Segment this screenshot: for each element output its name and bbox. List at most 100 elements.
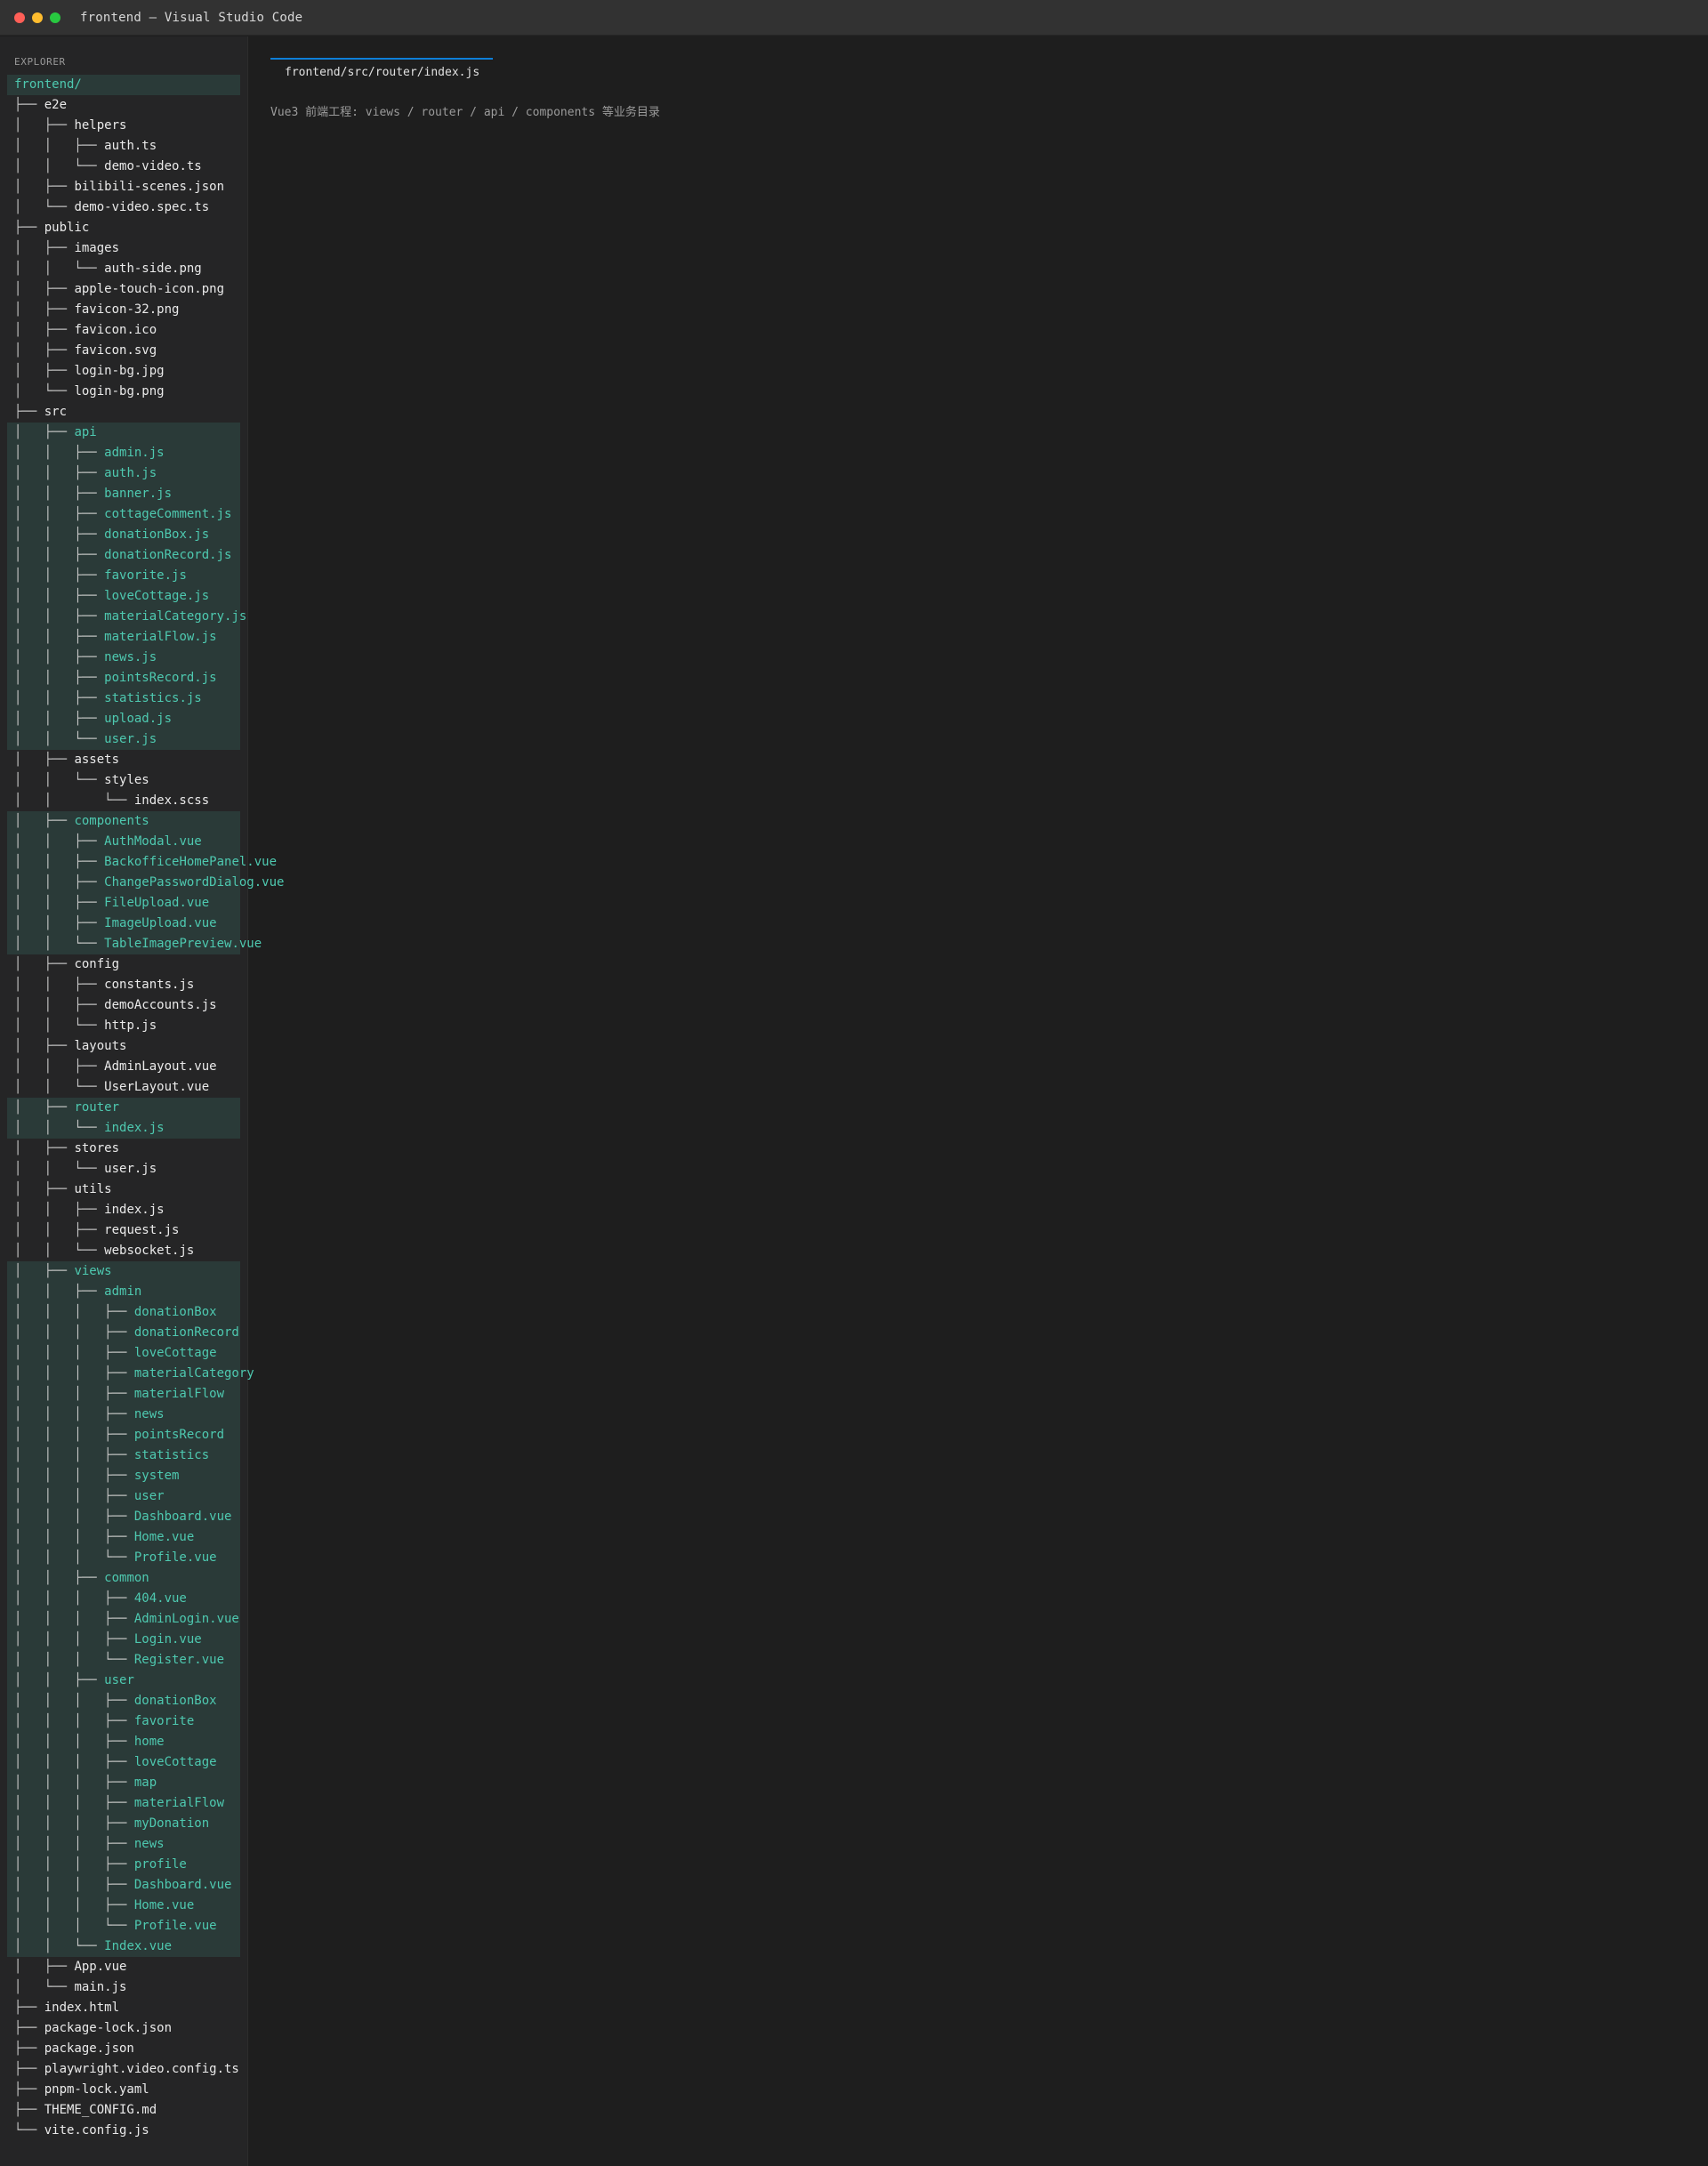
- tree-item[interactable]: │ │ ├── ImageUpload.vue: [7, 914, 240, 934]
- tree-item[interactable]: ├── public: [7, 218, 240, 238]
- tree-item[interactable]: │ ├── App.vue: [7, 1957, 240, 1977]
- tree-item[interactable]: │ │ │ ├── profile: [7, 1855, 240, 1875]
- tree-item[interactable]: ├── src: [7, 402, 240, 423]
- tree-item[interactable]: ├── e2e: [7, 95, 240, 116]
- tree-item[interactable]: │ │ ├── ChangePasswordDialog.vue: [7, 873, 284, 893]
- tree-item[interactable]: │ │ │ ├── donationBox: [7, 1302, 240, 1323]
- tree-item[interactable]: │ │ │ ├── 404.vue: [7, 1589, 240, 1609]
- tree-item[interactable]: │ │ │ ├── favorite: [7, 1711, 240, 1732]
- tree-item[interactable]: │ │ └── user.js: [7, 729, 240, 750]
- tree-item[interactable]: │ │ ├── constants.js: [7, 975, 240, 995]
- tree-item[interactable]: │ │ │ ├── news: [7, 1834, 240, 1855]
- tree-item[interactable]: │ ├── router: [7, 1098, 240, 1118]
- minimize-window-button[interactable]: [32, 12, 43, 23]
- tree-item[interactable]: │ │ │ ├── materialFlow: [7, 1793, 240, 1814]
- tree-item[interactable]: │ │ ├── auth.ts: [7, 136, 240, 157]
- tree-item[interactable]: │ │ ├── materialFlow.js: [7, 627, 240, 648]
- tree-item[interactable]: │ │ │ ├── news: [7, 1405, 240, 1425]
- tree-item[interactable]: │ │ │ ├── pointsRecord: [7, 1425, 240, 1445]
- tree-item[interactable]: │ │ ├── BackofficeHomePanel.vue: [7, 852, 277, 873]
- tree-item[interactable]: │ │ │ ├── loveCottage: [7, 1752, 240, 1773]
- tree-item[interactable]: │ │ ├── favorite.js: [7, 566, 240, 586]
- tree-item[interactable]: │ │ ├── banner.js: [7, 484, 240, 504]
- tree-item[interactable]: ├── index.html: [7, 1998, 240, 2018]
- tree-item[interactable]: │ │ │ └── Register.vue: [7, 1650, 240, 1671]
- tree-item[interactable]: │ │ │ ├── myDonation: [7, 1814, 240, 1834]
- tree-item[interactable]: │ │ │ └── Profile.vue: [7, 1916, 240, 1937]
- tree-item[interactable]: │ │ ├── admin: [7, 1282, 240, 1302]
- tree-item[interactable]: │ ├── helpers: [7, 116, 240, 136]
- tree-item[interactable]: └── vite.config.js: [7, 2121, 240, 2141]
- tree-item[interactable]: │ │ └── demo-video.ts: [7, 157, 240, 177]
- tree-item[interactable]: │ │ │ ├── map: [7, 1773, 240, 1793]
- tree-item[interactable]: │ ├── favicon.ico: [7, 320, 240, 341]
- tree-item[interactable]: │ │ │ ├── Dashboard.vue: [7, 1875, 240, 1896]
- tree-item[interactable]: ├── package.json: [7, 2039, 240, 2059]
- tree-item[interactable]: │ │ │ ├── loveCottage: [7, 1343, 240, 1364]
- tree-item[interactable]: │ │ └── http.js: [7, 1016, 240, 1036]
- tree-item[interactable]: │ ├── api: [7, 423, 240, 443]
- tree-item[interactable]: │ │ └── styles: [7, 770, 240, 791]
- tree-item[interactable]: │ │ │ ├── system: [7, 1466, 240, 1486]
- tree-item[interactable]: │ ├── config: [7, 954, 240, 975]
- tree-item[interactable]: │ │ ├── user: [7, 1671, 240, 1691]
- tree-item[interactable]: ├── playwright.video.config.ts: [7, 2059, 240, 2080]
- tree-item[interactable]: │ ├── stores: [7, 1139, 240, 1159]
- tree-item[interactable]: │ ├── favicon-32.png: [7, 300, 240, 320]
- tree-item[interactable]: │ │ └── user.js: [7, 1159, 240, 1180]
- tree-item[interactable]: │ │ │ ├── user: [7, 1486, 240, 1507]
- tree-item[interactable]: │ │ └── index.scss: [7, 791, 240, 811]
- tree-item[interactable]: │ │ │ ├── statistics: [7, 1445, 240, 1466]
- tree-item[interactable]: │ │ └── TableImagePreview.vue: [7, 934, 262, 954]
- tree-item[interactable]: ├── pnpm-lock.yaml: [7, 2080, 240, 2100]
- tree-item[interactable]: │ │ ├── FileUpload.vue: [7, 893, 240, 914]
- tree-item[interactable]: frontend/: [7, 75, 240, 95]
- tree-item[interactable]: │ │ │ ├── donationRecord: [7, 1323, 240, 1343]
- tree-item[interactable]: │ │ └── Index.vue: [7, 1937, 240, 1957]
- tree-item[interactable]: │ │ ├── statistics.js: [7, 688, 240, 709]
- tree-item[interactable]: │ │ ├── cottageComment.js: [7, 504, 240, 525]
- tree-item[interactable]: │ │ │ ├── Home.vue: [7, 1896, 240, 1916]
- tree-item[interactable]: │ │ │ ├── donationBox: [7, 1691, 240, 1711]
- tree-item[interactable]: │ │ │ └── Profile.vue: [7, 1548, 240, 1568]
- tree-item[interactable]: │ │ ├── news.js: [7, 648, 240, 668]
- tree-item[interactable]: ├── THEME_CONFIG.md: [7, 2100, 240, 2121]
- tree-item[interactable]: │ │ ├── materialCategory.js: [7, 607, 246, 627]
- tree-item[interactable]: │ ├── favicon.svg: [7, 341, 240, 361]
- tree-item[interactable]: │ │ │ ├── Dashboard.vue: [7, 1507, 240, 1527]
- close-window-button[interactable]: [14, 12, 25, 23]
- tree-item[interactable]: │ │ ├── upload.js: [7, 709, 240, 729]
- tree-item[interactable]: │ │ │ ├── home: [7, 1732, 240, 1752]
- tree-item[interactable]: │ │ │ ├── materialFlow: [7, 1384, 240, 1405]
- tree-item[interactable]: │ ├── components: [7, 811, 240, 832]
- tree-item[interactable]: │ │ ├── auth.js: [7, 463, 240, 484]
- tree-item[interactable]: │ ├── bilibili-scenes.json: [7, 177, 240, 197]
- tree-item[interactable]: │ │ │ ├── AdminLogin.vue: [7, 1609, 240, 1630]
- editor-tab-active[interactable]: frontend/src/router/index.js: [270, 58, 493, 85]
- tree-item[interactable]: │ ├── apple-touch-icon.png: [7, 279, 240, 300]
- tree-item[interactable]: │ ├── views: [7, 1261, 240, 1282]
- tree-item[interactable]: │ │ ├── donationRecord.js: [7, 545, 240, 566]
- tree-item[interactable]: │ ├── login-bg.jpg: [7, 361, 240, 382]
- tree-item[interactable]: │ │ ├── index.js: [7, 1200, 240, 1220]
- tree-item[interactable]: │ │ ├── request.js: [7, 1220, 240, 1241]
- tree-item[interactable]: │ │ ├── pointsRecord.js: [7, 668, 240, 688]
- tree-item[interactable]: │ ├── layouts: [7, 1036, 240, 1057]
- tree-item[interactable]: │ │ │ ├── Home.vue: [7, 1527, 240, 1548]
- tree-item[interactable]: │ │ ├── loveCottage.js: [7, 586, 240, 607]
- tree-item[interactable]: │ │ ├── donationBox.js: [7, 525, 240, 545]
- tree-item[interactable]: │ │ └── auth-side.png: [7, 259, 240, 279]
- tree-item[interactable]: │ └── demo-video.spec.ts: [7, 197, 240, 218]
- tree-item[interactable]: │ │ └── UserLayout.vue: [7, 1077, 240, 1098]
- tree-item[interactable]: ├── package-lock.json: [7, 2018, 240, 2039]
- maximize-window-button[interactable]: [50, 12, 60, 23]
- tree-item[interactable]: │ └── login-bg.png: [7, 382, 240, 402]
- tree-item[interactable]: │ │ ├── admin.js: [7, 443, 240, 463]
- tree-item[interactable]: │ │ ├── demoAccounts.js: [7, 995, 240, 1016]
- tree-item[interactable]: │ │ └── websocket.js: [7, 1241, 240, 1261]
- tree-item[interactable]: │ ├── utils: [7, 1180, 240, 1200]
- tree-item[interactable]: │ └── main.js: [7, 1977, 240, 1998]
- tree-item[interactable]: │ │ └── index.js: [7, 1118, 240, 1139]
- tree-item[interactable]: │ │ ├── AdminLayout.vue: [7, 1057, 240, 1077]
- tree-item[interactable]: │ │ │ ├── Login.vue: [7, 1630, 240, 1650]
